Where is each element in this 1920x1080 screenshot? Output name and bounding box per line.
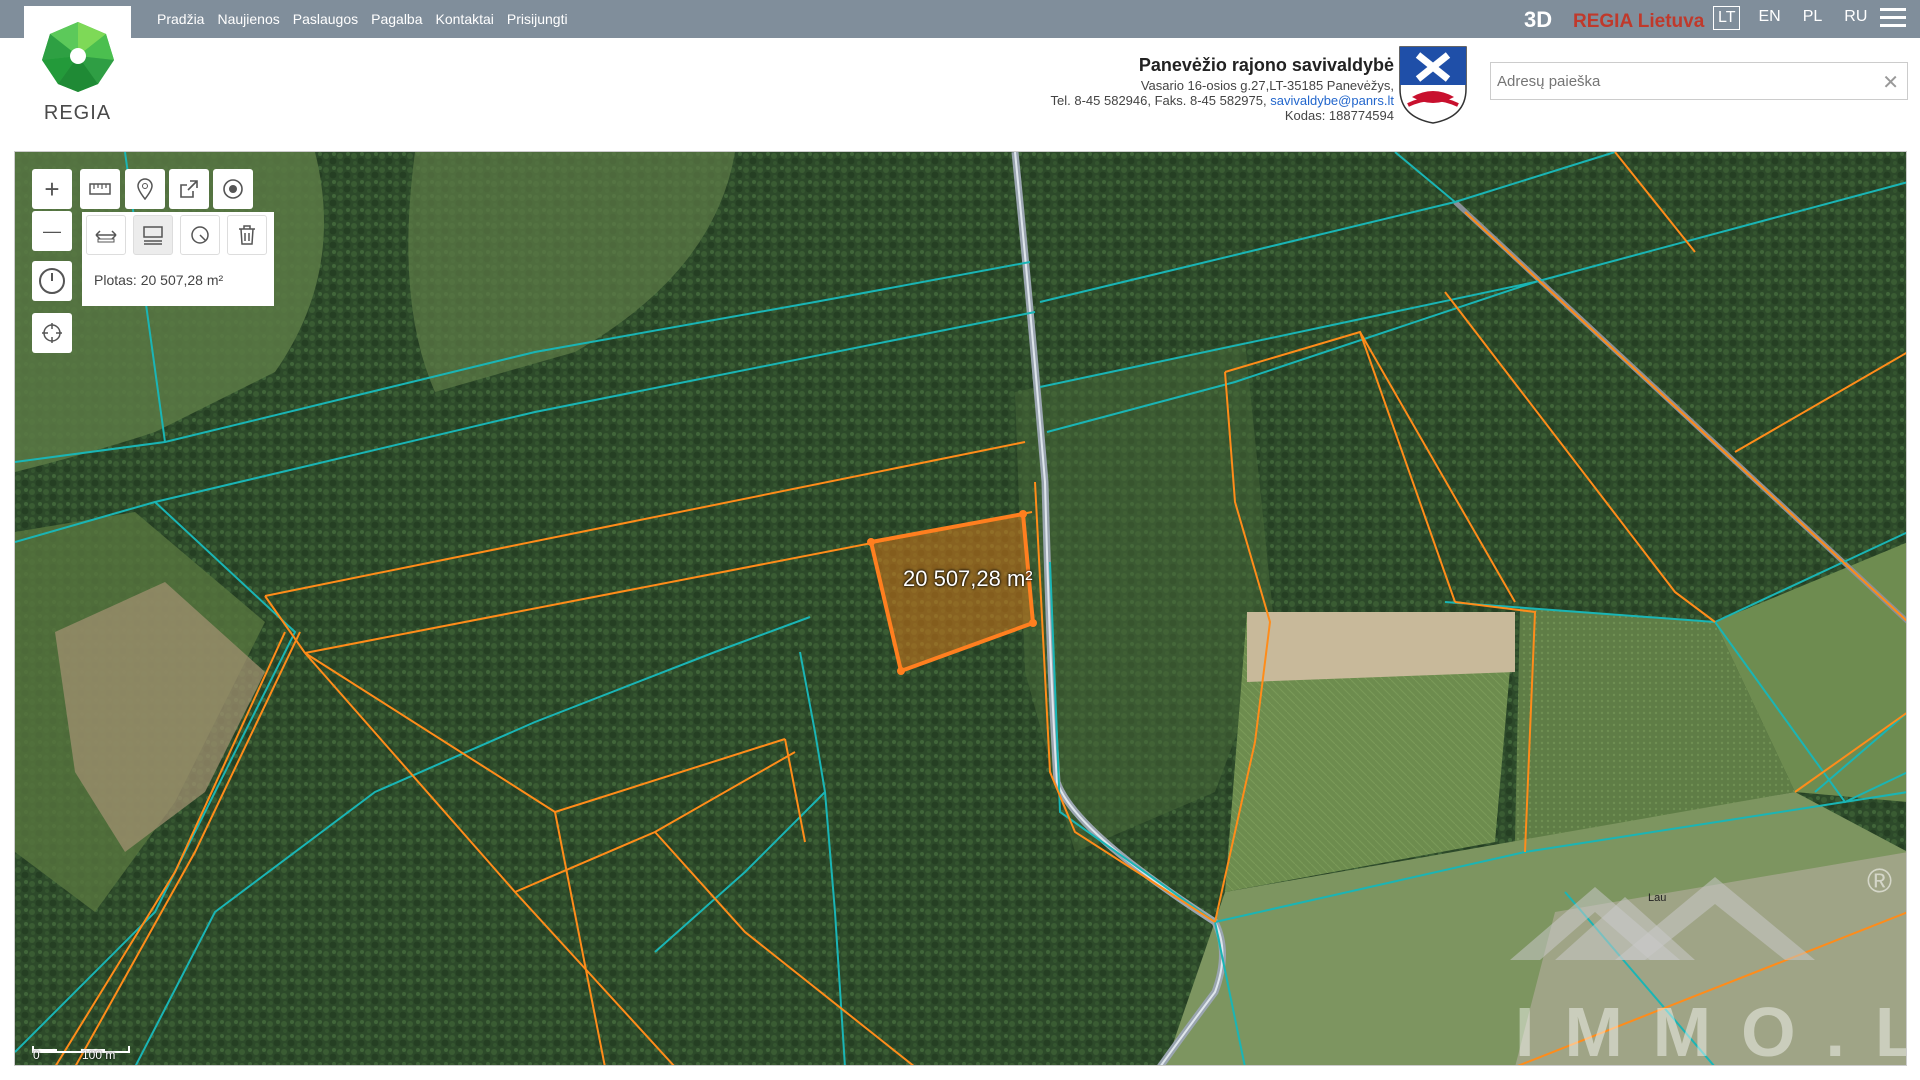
trash-icon bbox=[239, 225, 255, 245]
3d-button[interactable]: 3D bbox=[1524, 7, 1552, 33]
measure-line-icon bbox=[95, 230, 117, 243]
scale-start-label: 0 bbox=[33, 1048, 40, 1062]
pin-icon bbox=[137, 178, 153, 200]
logo-text: REGIA bbox=[43, 102, 112, 124]
municipality-code: Kodas: 188774594 bbox=[1284, 108, 1394, 123]
scale-bar bbox=[32, 1046, 130, 1053]
measure-area-icon bbox=[143, 226, 163, 245]
nav-item-naujienos[interactable]: Naujienos bbox=[217, 11, 279, 27]
top-navigation-bar: Pradžia Naujienos Paslaugos Pagalba Kont… bbox=[0, 0, 1920, 38]
delete-measurement-button[interactable] bbox=[227, 215, 267, 255]
history-button[interactable] bbox=[32, 261, 72, 301]
lang-pl[interactable]: PL bbox=[1799, 6, 1827, 30]
municipality-address: Vasario 16-osios g.27,LT-35185 Panevėžys… bbox=[1140, 78, 1394, 93]
nav-item-pradzia[interactable]: Pradžia bbox=[157, 11, 204, 27]
share-button[interactable] bbox=[169, 169, 209, 209]
measure-line-button[interactable] bbox=[86, 215, 126, 255]
lang-ru[interactable]: RU bbox=[1840, 6, 1871, 30]
ruler-icon bbox=[89, 183, 111, 195]
municipality-email-link[interactable]: savivaldybe@panrs.lt bbox=[1270, 93, 1394, 108]
share-icon bbox=[180, 180, 198, 198]
place-label: Lau bbox=[1648, 892, 1667, 904]
municipality-info: Panevėžio rajono savivaldybė Vasario 16-… bbox=[1050, 55, 1394, 123]
watermark-registered-mark: ® bbox=[1867, 862, 1893, 900]
locate-icon bbox=[42, 323, 62, 343]
target-button[interactable] bbox=[213, 169, 253, 209]
measure-circle-button[interactable] bbox=[180, 215, 220, 255]
address-search-input[interactable] bbox=[1491, 63, 1861, 99]
municipality-name: Panevėžio rajono savivaldybė bbox=[1138, 55, 1394, 75]
coat-of-arms-icon bbox=[1399, 46, 1467, 124]
lang-lt[interactable]: LT bbox=[1713, 6, 1741, 30]
clock-icon bbox=[39, 268, 65, 294]
nav-item-paslaugos[interactable]: Paslaugos bbox=[293, 11, 358, 27]
regia-lietuva-link[interactable]: REGIA Lietuva bbox=[1573, 11, 1704, 33]
nav-item-pagalba[interactable]: Pagalba bbox=[371, 11, 422, 27]
language-switcher: LT EN PL RU bbox=[1713, 6, 1885, 30]
marker-tool-button[interactable] bbox=[125, 169, 165, 209]
search-clear-icon[interactable]: ✕ bbox=[1882, 70, 1899, 95]
measure-panel: Plotas: 20 507,28 m² bbox=[82, 212, 274, 306]
watermark-text: IMMO.LT bbox=[1515, 993, 1906, 1066]
measure-tool-button[interactable] bbox=[80, 169, 120, 209]
area-measurement-label: Plotas: 20 507,28 m² bbox=[94, 272, 224, 288]
municipality-phones: Tel. 8-45 582946, Faks. 8-45 582975, bbox=[1050, 93, 1267, 108]
zoom-out-button[interactable]: — bbox=[32, 211, 72, 251]
hamburger-menu-icon[interactable] bbox=[1880, 8, 1906, 30]
aerial-map[interactable] bbox=[15, 152, 1907, 1066]
regia-gem-icon bbox=[42, 22, 114, 92]
address-search: ✕ bbox=[1490, 62, 1908, 100]
target-icon bbox=[223, 179, 243, 199]
regia-logo[interactable]: REGIA bbox=[24, 6, 131, 124]
plus-icon: + bbox=[44, 173, 60, 204]
minus-icon: — bbox=[43, 220, 61, 241]
zoom-in-button[interactable]: + bbox=[32, 169, 72, 209]
parcel-area-label: 20 507,28 m² bbox=[903, 566, 1033, 591]
main-nav: Pradžia Naujienos Paslaugos Pagalba Kont… bbox=[157, 0, 581, 38]
measure-area-button[interactable] bbox=[133, 215, 173, 255]
locate-button[interactable] bbox=[32, 313, 72, 353]
measure-circle-icon bbox=[191, 226, 209, 244]
map-view[interactable]: + — Plotas: 20 507,28 m² 0 100 m 20 507,… bbox=[14, 151, 1907, 1066]
nav-item-prisijungti[interactable]: Prisijungti bbox=[507, 11, 568, 27]
scale-end-label: 100 m bbox=[82, 1048, 116, 1062]
nav-item-kontaktai[interactable]: Kontaktai bbox=[436, 11, 494, 27]
lang-en[interactable]: EN bbox=[1754, 6, 1784, 30]
